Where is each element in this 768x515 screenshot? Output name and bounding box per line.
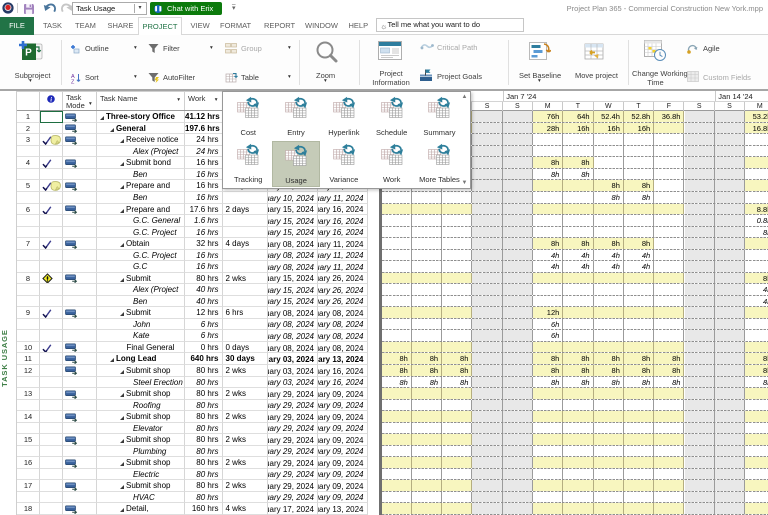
svg-text:i: i	[50, 96, 52, 103]
svg-text:P: P	[25, 48, 32, 59]
svg-text:Z: Z	[71, 80, 75, 85]
